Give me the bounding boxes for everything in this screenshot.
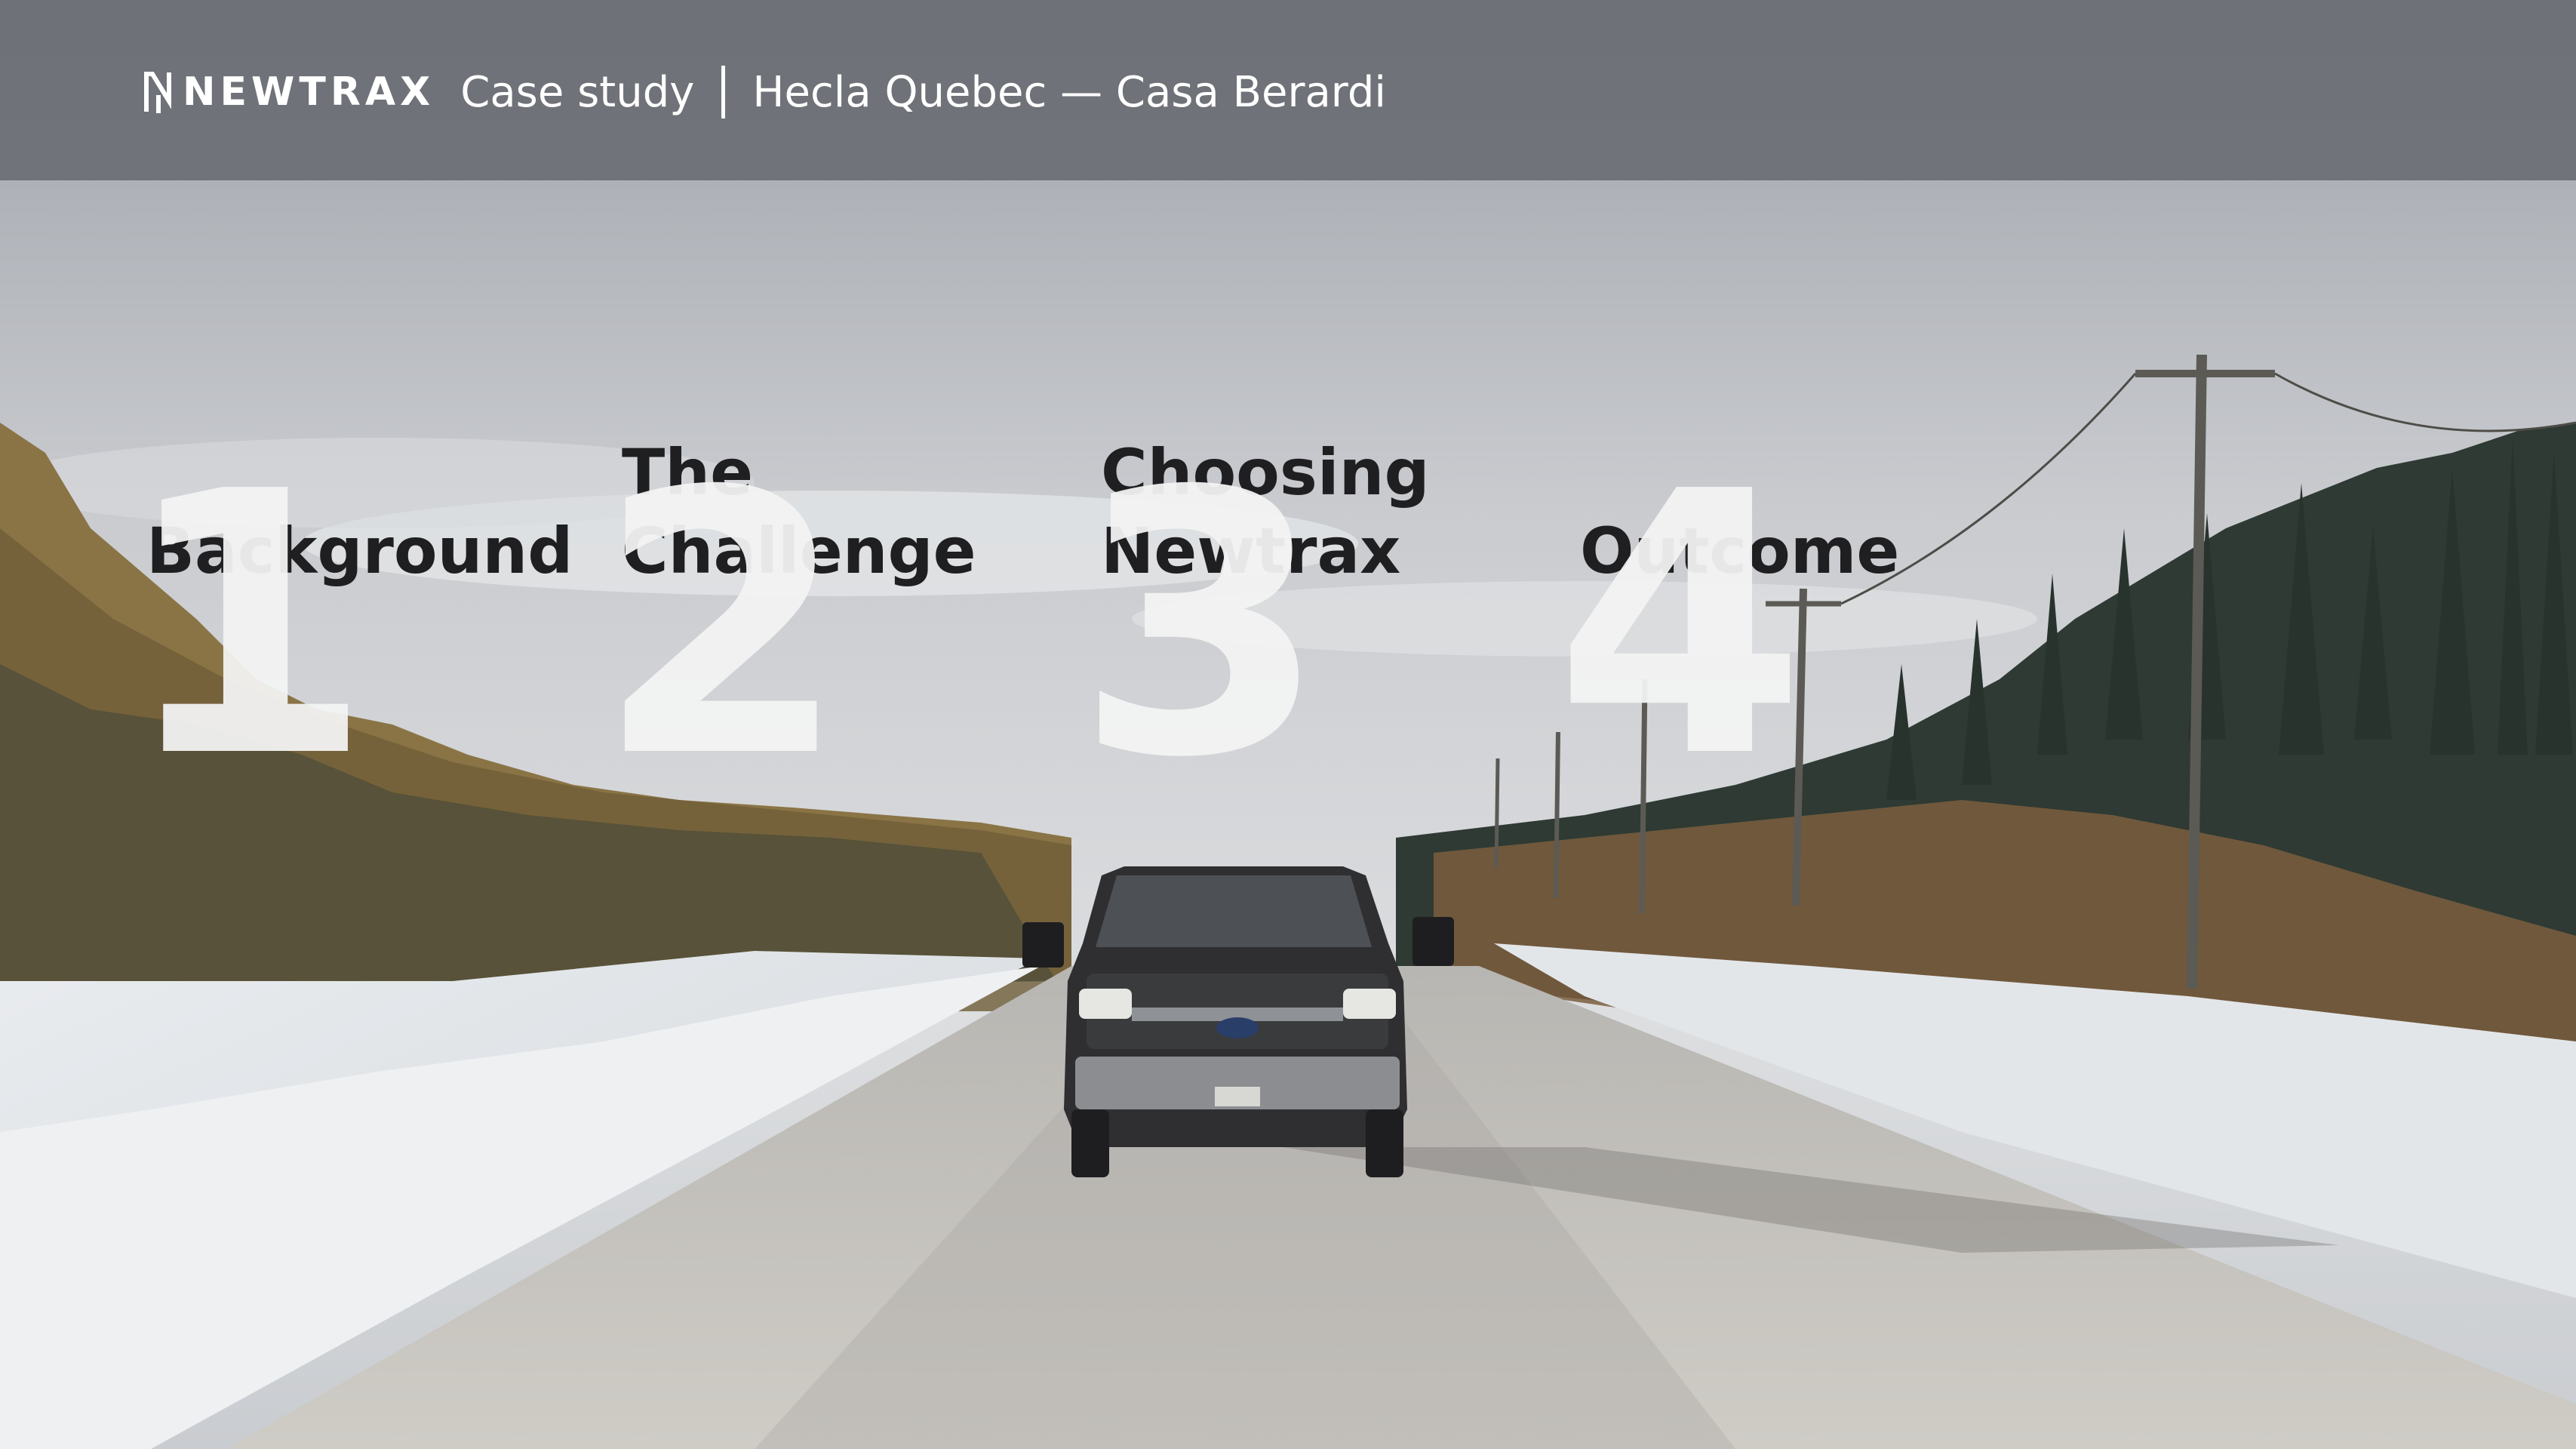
newtrax-logo-mark-icon [144, 72, 171, 113]
section-link-challenge[interactable]: The Challenge 2 [596, 302, 1064, 837]
logo-text: NEWTRAX [183, 69, 435, 115]
section-number: 2 [596, 415, 848, 837]
section-number: 4 [1554, 415, 1806, 837]
section-link-choosing-newtrax[interactable]: Choosing Newtrax 3 [1075, 302, 1543, 837]
section-link-background[interactable]: Background 1 [121, 302, 589, 837]
header-title: Hecla Quebec — Casa Berardi [752, 67, 1386, 117]
section-number: 1 [121, 415, 373, 837]
header-divider [721, 66, 726, 118]
header: NEWTRAX Case study Hecla Quebec — Casa B… [143, 62, 1386, 122]
section-link-outcome[interactable]: Outcome 4 [1554, 302, 2022, 837]
section-number: 3 [1075, 415, 1327, 837]
newtrax-logo[interactable]: NEWTRAX [143, 69, 435, 115]
header-label: Case study [460, 67, 695, 117]
